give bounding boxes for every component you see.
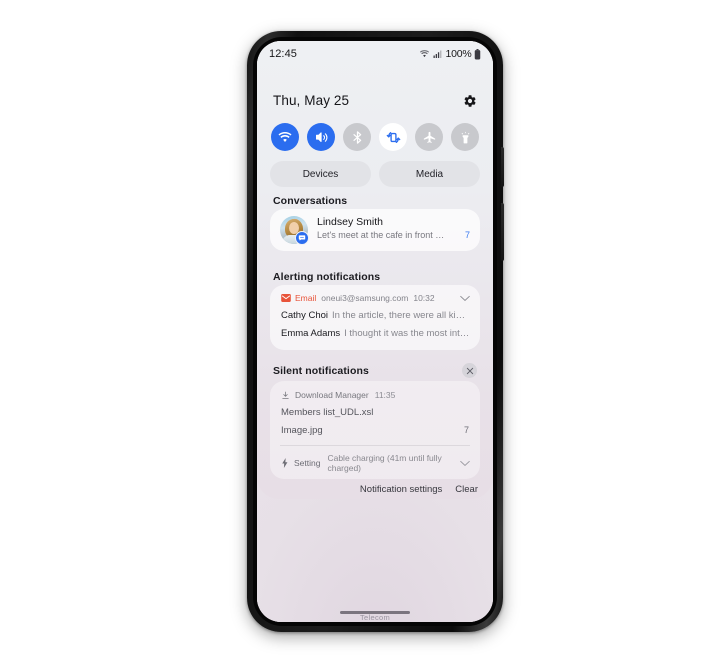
- volume-icon: [313, 130, 329, 145]
- toggle-auto-rotate[interactable]: [379, 123, 407, 151]
- date-label: Thu, May 25: [273, 93, 350, 108]
- download-icon: [281, 391, 290, 400]
- chevron-down-icon[interactable]: [460, 460, 470, 467]
- status-bar: 12:45 100%: [257, 41, 493, 67]
- conversations-section-title: Conversations: [273, 195, 348, 207]
- download-file-name: Members list_UDL.xsl: [281, 407, 374, 418]
- bluetooth-icon: [350, 130, 365, 145]
- wifi-icon: [277, 130, 293, 145]
- conversation-count: 7: [464, 230, 470, 240]
- gear-icon[interactable]: [463, 94, 477, 108]
- quick-settings-toggles: [257, 123, 493, 151]
- alerting-sender: Emma Adams: [281, 328, 341, 339]
- auto-rotate-icon: [385, 129, 402, 146]
- setting-notification[interactable]: Setting Cable charging (41m until fully …: [281, 453, 470, 473]
- devices-button[interactable]: Devices: [270, 161, 371, 187]
- power-button[interactable]: [501, 203, 504, 261]
- airplane-icon: [422, 130, 437, 145]
- download-file-count: 7: [463, 425, 469, 435]
- download-file-name: Image.jpg: [281, 425, 323, 436]
- shade-footer: Notification settings Clear: [257, 484, 493, 495]
- status-icons: 100%: [419, 48, 481, 60]
- toggle-flashlight[interactable]: [451, 123, 479, 151]
- alerting-message-row[interactable]: Cathy Choi In the article, there were al…: [281, 310, 470, 321]
- silent-section-header: Silent notifications: [273, 363, 477, 378]
- alerting-time: 10:32: [413, 293, 435, 303]
- cellular-signal-icon: [433, 49, 443, 59]
- alerting-preview: I thought it was the most interesting th…: [344, 328, 470, 339]
- charging-bolt-icon: [281, 458, 289, 468]
- download-time: 11:35: [374, 390, 396, 400]
- avatar: [280, 216, 309, 245]
- alerting-preview: In the article, there were all kinds of …: [332, 310, 470, 321]
- battery-full-icon: [474, 48, 481, 60]
- navigation-handle[interactable]: [340, 611, 410, 614]
- download-file-row[interactable]: Image.jpg 7: [281, 425, 469, 436]
- toggle-wifi[interactable]: [271, 123, 299, 151]
- media-button[interactable]: Media: [379, 161, 480, 187]
- notification-settings-button[interactable]: Notification settings: [360, 484, 442, 495]
- quick-settings-buttons: Devices Media: [257, 161, 493, 187]
- status-clock: 12:45: [269, 48, 298, 60]
- shade-header: Thu, May 25: [257, 93, 493, 108]
- wifi-icon: [419, 49, 430, 59]
- conversation-preview: Let's meet at the cafe in front of the c…: [317, 230, 449, 240]
- alerting-message-row[interactable]: Emma Adams I thought it was the most int…: [281, 328, 470, 339]
- silent-section-title: Silent notifications: [273, 364, 369, 377]
- alerting-notification[interactable]: Email oneui3@samsung.com 10:32 Cathy Cho…: [270, 285, 480, 350]
- battery-percentage: 100%: [445, 48, 472, 60]
- setting-app-name: Setting: [294, 458, 321, 468]
- alerting-app-name: Email: [295, 293, 317, 303]
- flashlight-icon: [458, 130, 473, 145]
- phone-screen: 12:45 100% Thu, May 25 Devices Media Con…: [257, 41, 493, 622]
- download-app-name: Download Manager: [295, 390, 369, 400]
- clear-button[interactable]: Clear: [455, 484, 478, 495]
- message-bubble-icon: [295, 231, 309, 245]
- carrier-label: Telecom: [359, 613, 391, 622]
- volume-button[interactable]: [501, 147, 504, 187]
- conversation-notification[interactable]: Lindsey Smith Let's meet at the cafe in …: [270, 209, 480, 251]
- download-notification-header: Download Manager 11:35: [281, 390, 470, 400]
- email-icon: [281, 294, 291, 302]
- toggle-bluetooth[interactable]: [343, 123, 371, 151]
- alerting-header: Email oneui3@samsung.com 10:32: [281, 293, 470, 303]
- chevron-down-icon[interactable]: [460, 295, 470, 302]
- divider: [280, 445, 470, 446]
- alerting-account: oneui3@samsung.com: [321, 293, 409, 303]
- alerting-sender: Cathy Choi: [281, 310, 328, 321]
- toggle-sound[interactable]: [307, 123, 335, 151]
- alerting-section-title: Alerting notifications: [273, 271, 381, 283]
- download-file-row[interactable]: Members list_UDL.xsl: [281, 407, 469, 418]
- setting-status-text: Cable charging (41m until fully charged): [327, 453, 442, 473]
- toggle-airplane-mode[interactable]: [415, 123, 443, 151]
- close-icon[interactable]: [462, 363, 477, 378]
- conversation-sender: Lindsey Smith: [317, 216, 383, 228]
- silent-notification-group[interactable]: Download Manager 11:35 Members list_UDL.…: [270, 381, 480, 479]
